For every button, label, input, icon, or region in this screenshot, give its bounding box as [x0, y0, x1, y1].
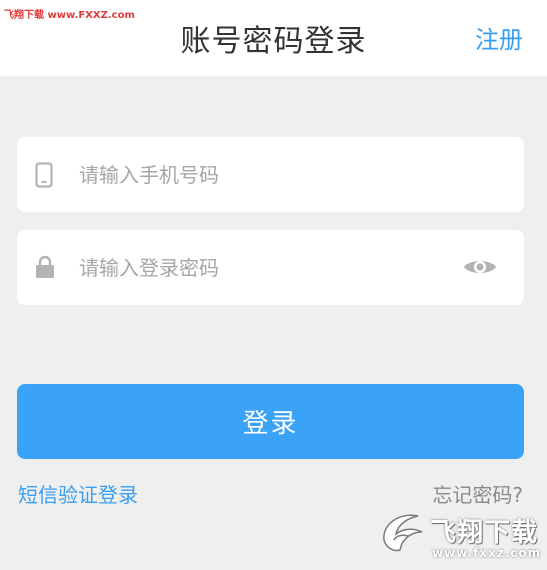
password-input[interactable]: [79, 230, 459, 305]
forgot-password-link[interactable]: 忘记密码?: [432, 479, 523, 508]
login-screen: 飞翔下载 www.FXXZ.com 账号密码登录 注册 请输入手机号码 登录 短…: [0, 0, 547, 570]
eye-icon[interactable]: [463, 257, 497, 281]
watermark-logo: 飞翔下载 www.fxxz.com: [380, 510, 540, 566]
header: 飞翔下载 www.FXXZ.com 账号密码登录 注册: [0, 0, 547, 76]
phone-input[interactable]: [79, 137, 459, 212]
watermark-brand: 飞翔下载: [430, 518, 539, 548]
phone-icon: [35, 162, 53, 192]
register-link[interactable]: 注册: [475, 20, 523, 55]
page-title: 账号密码登录: [180, 24, 367, 59]
login-button[interactable]: 登录: [17, 384, 524, 459]
watermark-url: www.fxxz.com: [432, 546, 542, 560]
phone-field[interactable]: [17, 137, 524, 212]
sms-login-link[interactable]: 短信验证登录: [18, 479, 138, 508]
watermark-emblem-icon: [383, 514, 423, 552]
password-field[interactable]: [17, 230, 524, 305]
lock-icon: [35, 255, 55, 283]
